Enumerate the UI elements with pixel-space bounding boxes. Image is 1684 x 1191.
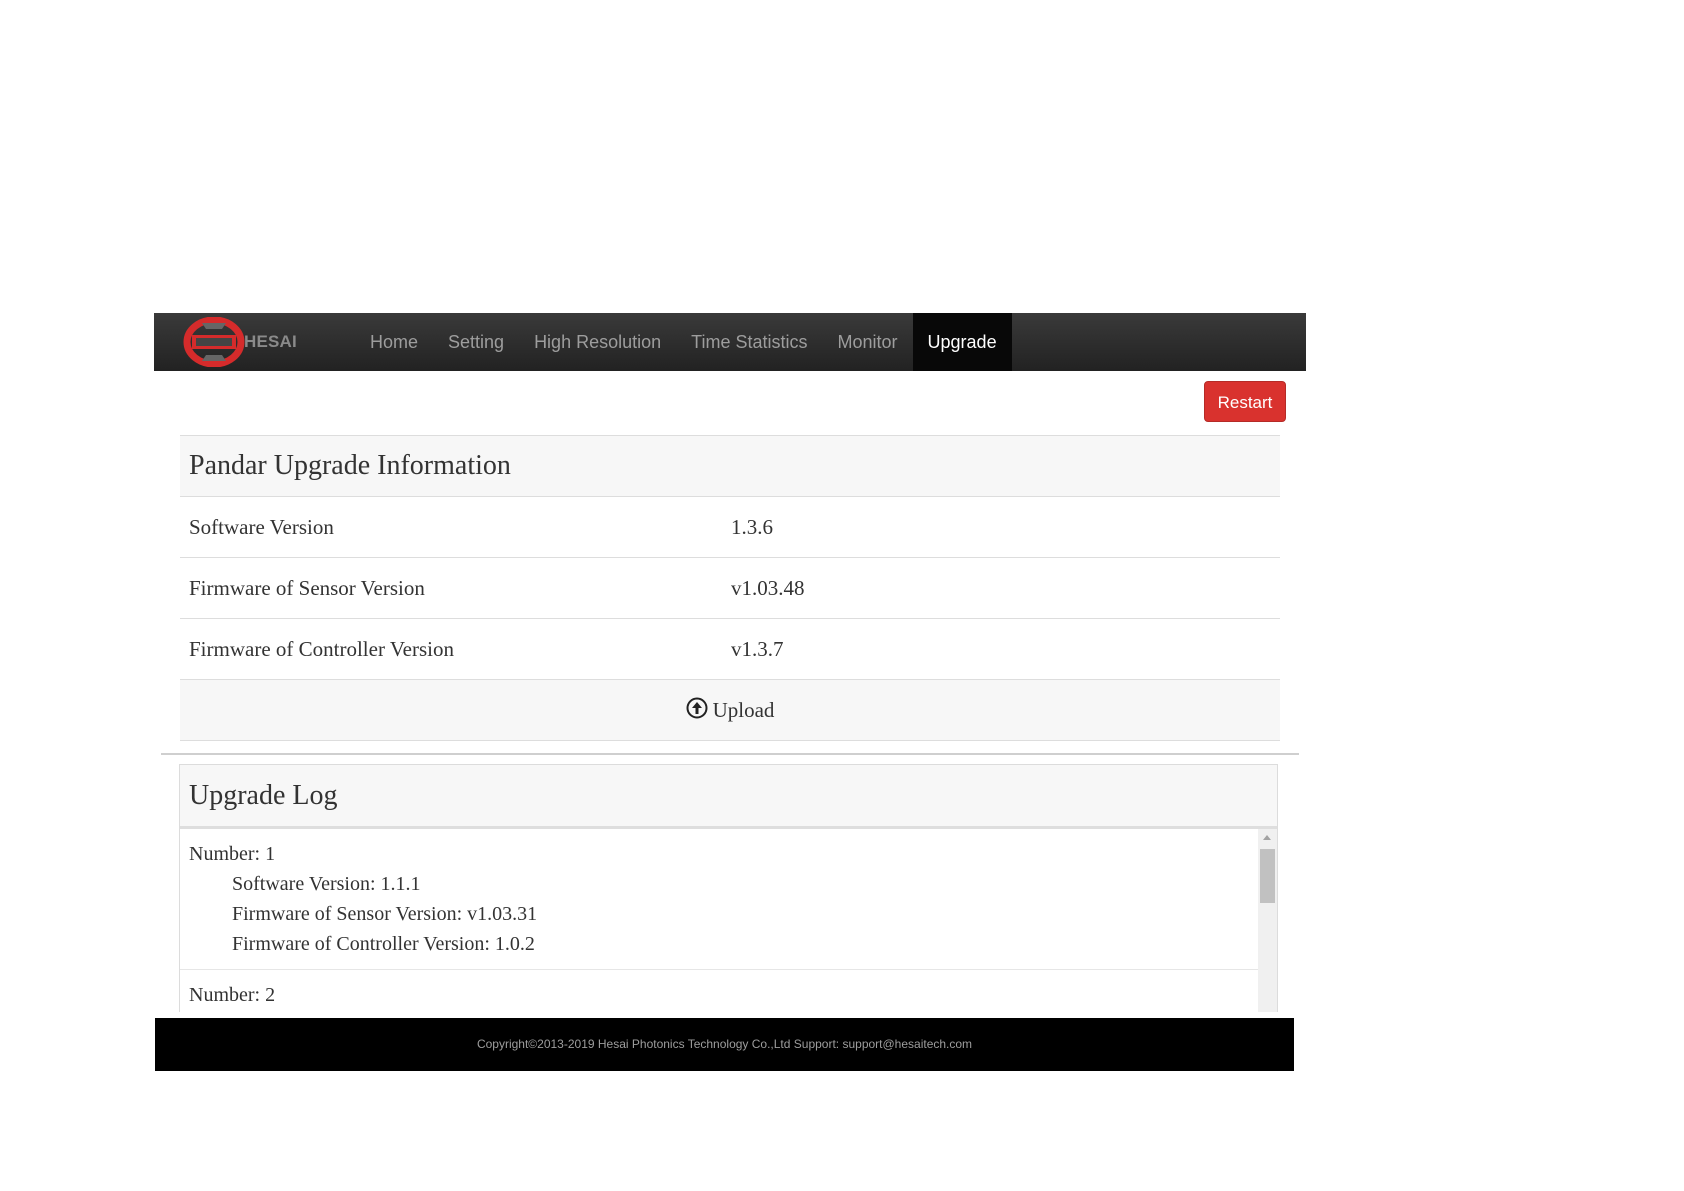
upload-label: Upload <box>712 697 775 722</box>
nav-upgrade[interactable]: Upgrade <box>912 313 1012 371</box>
footer-text: Copyright©2013-2019 Hesai Photonics Tech… <box>476 1037 973 1051</box>
log-entry: Number: 2 <box>180 970 1258 1012</box>
nav-setting[interactable]: Setting <box>433 313 519 371</box>
divider <box>161 753 1299 755</box>
info-label: Firmware of Controller Version <box>189 636 454 661</box>
info-row-sensor: Firmware of Sensor Version v1.03.48 <box>180 557 1280 618</box>
scroll-up-arrow-icon[interactable] <box>1263 835 1271 840</box>
upgrade-log-panel: Upgrade Log Number: 1 Software Version: … <box>179 764 1278 1012</box>
log-entry: Number: 1 Software Version: 1.1.1 Firmwa… <box>180 829 1258 970</box>
nav-menu: Home Setting High Resolution Time Statis… <box>355 313 1012 371</box>
log-scrollbar[interactable] <box>1258 829 1277 1012</box>
scroll-thumb[interactable] <box>1260 849 1275 903</box>
log-list[interactable]: Number: 1 Software Version: 1.1.1 Firmwa… <box>180 829 1258 1012</box>
info-header: Pandar Upgrade Information <box>180 435 1280 496</box>
navbar: HESAI Home Setting High Resolution Time … <box>154 313 1306 371</box>
info-row-controller: Firmware of Controller Version v1.3.7 <box>180 618 1280 679</box>
log-entry-controller: Firmware of Controller Version: 1.0.2 <box>232 933 535 955</box>
info-value: v1.3.7 <box>731 636 784 661</box>
hesai-logo-icon <box>183 317 245 367</box>
nav-monitor[interactable]: Monitor <box>823 313 913 371</box>
upgrade-info-table: Pandar Upgrade Information Software Vers… <box>180 435 1280 741</box>
info-row-software: Software Version 1.3.6 <box>180 496 1280 557</box>
info-label: Firmware of Sensor Version <box>189 575 425 600</box>
log-entry-number: Number: 2 <box>189 984 276 1006</box>
log-entry-software: Software Version: 1.1.1 <box>232 873 421 895</box>
brand[interactable]: HESAI <box>182 317 297 367</box>
nav-high-resolution[interactable]: High Resolution <box>519 313 676 371</box>
footer: Copyright©2013-2019 Hesai Photonics Tech… <box>155 1018 1294 1071</box>
log-title: Upgrade Log <box>180 765 1277 829</box>
circle-arrow-up-icon <box>686 697 708 719</box>
restart-button[interactable]: Restart <box>1204 381 1286 422</box>
nav-home[interactable]: Home <box>355 313 433 371</box>
upload-button[interactable]: Upload <box>180 679 1280 741</box>
info-label: Software Version <box>189 514 334 539</box>
info-title: Pandar Upgrade Information <box>189 450 511 481</box>
info-value: v1.03.48 <box>731 575 805 600</box>
log-entry-number: Number: 1 <box>189 843 276 865</box>
log-entry-sensor: Firmware of Sensor Version: v1.03.31 <box>232 903 538 925</box>
info-value: 1.3.6 <box>731 514 773 539</box>
brand-name: HESAI <box>244 332 297 351</box>
nav-time-statistics[interactable]: Time Statistics <box>676 313 822 371</box>
